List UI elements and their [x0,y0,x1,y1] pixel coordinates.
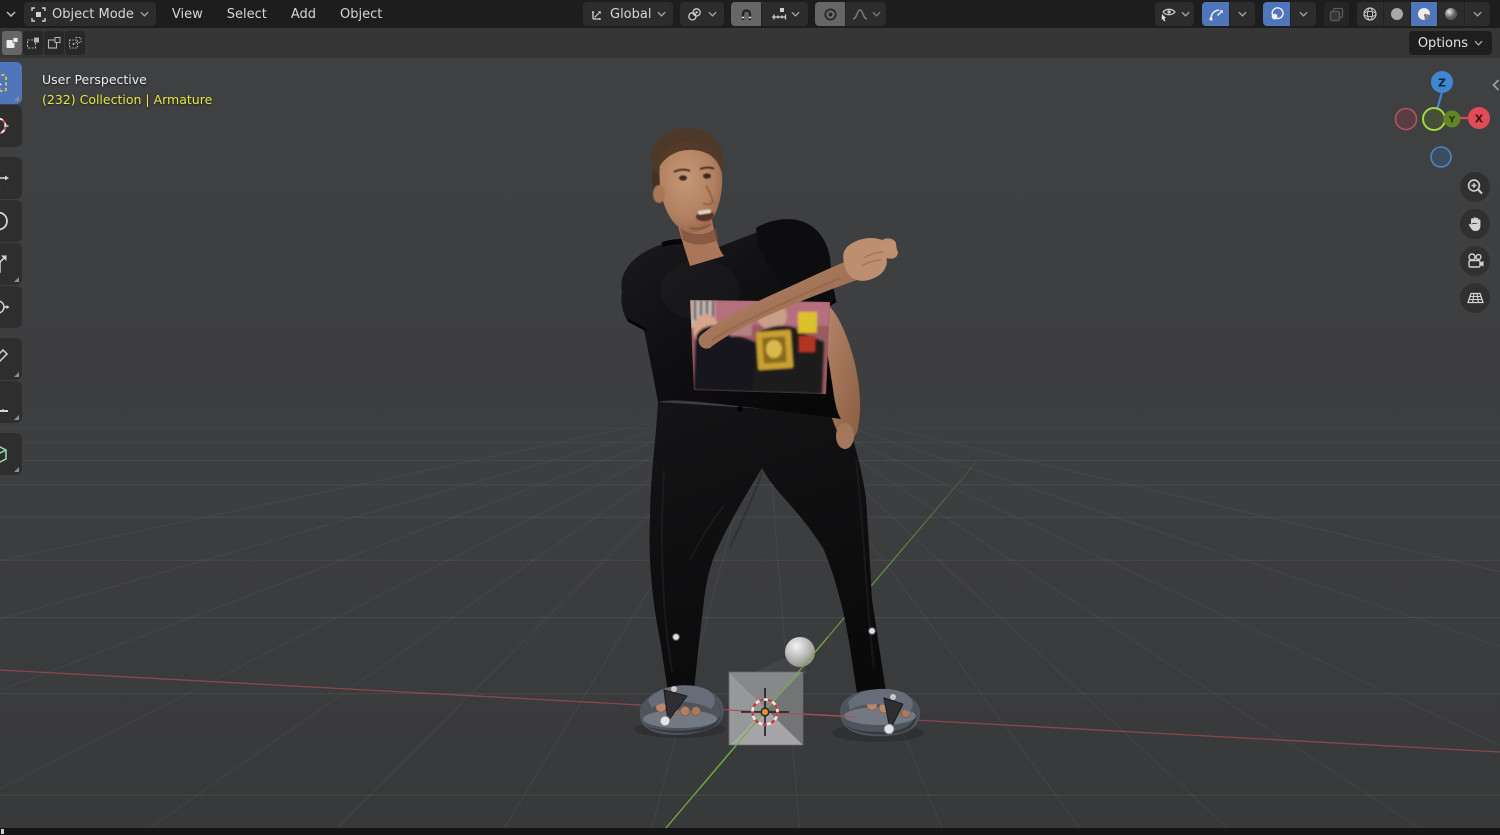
projection-toggle-control[interactable] [1460,283,1490,313]
svg-text:X: X [1475,113,1484,126]
tool-select-box[interactable] [0,62,22,104]
axis-minus-x[interactable] [1394,107,1418,131]
axis-x[interactable]: X [1468,107,1490,129]
status-bar [0,828,1500,835]
snap-target-icon [771,7,787,19]
zoom-icon [1467,179,1483,195]
select-mode-extend[interactable] [23,31,43,55]
select-mode-intersect[interactable] [65,31,85,55]
camera-icon [1467,253,1483,268]
menu-select[interactable]: Select [215,0,279,28]
transform-orientation-icon [591,11,601,21]
navigation-gizmo[interactable]: Y Z X [1390,58,1500,173]
tool-transform[interactable] [0,286,22,328]
shading-wireframe[interactable] [1357,2,1383,26]
orientation-label: Global [610,6,652,22]
shading-solid[interactable] [1383,2,1410,26]
shading-material-icon [1418,8,1430,20]
proportional-editing-icon [824,8,837,20]
select-mode-group [2,31,85,55]
overlays-group [1263,2,1316,26]
snap-toggle[interactable] [731,2,762,26]
axis-minus-z[interactable] [1430,146,1452,168]
gizmos-group [1202,2,1255,26]
snap-target-dropdown[interactable] [761,2,809,26]
tool-scale[interactable] [0,243,22,285]
viewport-3d-scene [0,58,1500,828]
tool-annotate[interactable] [0,338,22,380]
tool-rotate[interactable] [0,200,22,242]
viewport-3d[interactable]: User Perspective (232) Collection | Arma… [0,58,1500,828]
overlays-toggle[interactable] [1263,2,1290,26]
menu-add[interactable]: Add [279,0,328,28]
tool-cursor[interactable] [0,105,22,147]
proportional-falloff-dropdown[interactable] [845,2,887,26]
shading-rendered-icon [1445,8,1458,21]
pivot-point-icon [688,7,702,21]
shading-wireframe-icon [1363,7,1377,21]
hand-icon [1468,217,1481,231]
snapping-group [731,2,809,26]
zoom-control[interactable] [1460,172,1490,202]
axis-minus-y[interactable] [1422,107,1446,131]
snap-magnet-icon [741,8,752,20]
options-label: Options [1417,35,1468,51]
shading-rendered[interactable] [1437,2,1464,26]
overlays-dropdown[interactable] [1290,2,1316,26]
show-hide-icon [1161,8,1176,22]
xray-toggle[interactable] [1324,2,1349,26]
pivot-point-dropdown[interactable] [680,2,725,26]
options-dropdown[interactable]: Options [1408,31,1492,55]
xray-toggle-icon [1329,7,1344,22]
mode-label: Object Mode [52,6,134,22]
menu-view[interactable]: View [160,0,215,28]
select-mode-subtract[interactable] [44,31,64,55]
mode-dropdown[interactable]: Object Mode [24,2,156,26]
svg-text:Y: Y [1448,116,1456,126]
slide-right [840,688,921,737]
gizmos-icon [1208,9,1223,21]
gizmos-toggle[interactable] [1202,2,1229,26]
gizmos-dropdown[interactable] [1229,2,1255,26]
viewport-header: Object Mode View Select Add Object Globa… [0,0,1500,28]
axis-z[interactable]: Z [1431,71,1453,93]
transform-orientation-dropdown[interactable]: Global [583,2,674,26]
axis-y[interactable]: Y [1443,110,1461,128]
show-hide-dropdown[interactable] [1155,2,1194,26]
camera-view-control[interactable] [1460,246,1490,276]
object-mode-icon [31,6,46,22]
viewport-side-controls [1460,172,1490,313]
overlays-icon [1271,7,1284,20]
proportional-edit-group [815,2,887,26]
menu-object[interactable]: Object [328,0,394,28]
select-mode-set[interactable] [2,31,22,55]
shiny-sphere[interactable] [785,637,815,667]
tool-add-cube[interactable] [0,433,22,475]
blender-window: Object Mode View Select Add Object Globa… [0,0,1500,835]
tool-shelf [0,62,22,475]
grid-icon [1466,292,1484,304]
proportional-editing-toggle[interactable] [815,2,846,26]
tool-measure[interactable] [0,381,22,423]
tool-settings-bar: Options [0,28,1500,58]
svg-text:Z: Z [1438,77,1446,90]
sidebar-toggle-chevron[interactable] [1492,76,1500,95]
proportional-falloff-icon [852,9,868,20]
shading-material[interactable] [1410,2,1437,26]
shading-solid-icon [1391,8,1403,20]
editor-type-chevron[interactable] [0,2,22,26]
shading-group [1357,2,1490,26]
shading-dropdown[interactable] [1464,2,1490,26]
pan-control[interactable] [1460,209,1490,239]
tool-move[interactable] [0,157,22,199]
